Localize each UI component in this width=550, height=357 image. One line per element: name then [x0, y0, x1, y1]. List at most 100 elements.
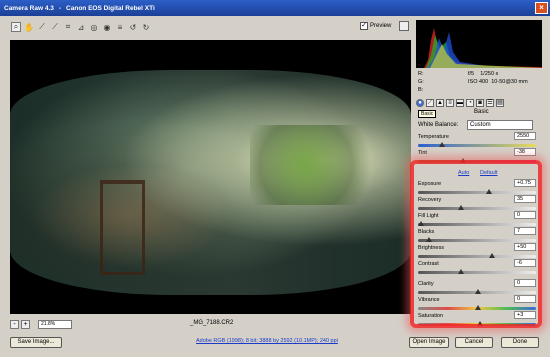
tone-curve-tab-icon[interactable]: ⟋	[426, 98, 434, 107]
blacks-slider[interactable]	[418, 239, 536, 242]
brightness-field[interactable]: +50	[514, 243, 536, 251]
camera-calibration-tab-icon[interactable]: ◙	[476, 98, 484, 107]
rgb-readout: R: G: B:	[418, 70, 424, 94]
temperature-label: Temperature	[418, 134, 449, 140]
tint-control: Tint -38	[418, 148, 536, 170]
cancel-button[interactable]: Cancel	[455, 337, 493, 348]
recovery-slider[interactable]	[418, 207, 536, 210]
rotate-left-icon[interactable]: ↺	[128, 22, 138, 32]
photo-plants	[250, 125, 390, 205]
blacks-field[interactable]: 7	[514, 227, 536, 235]
app-title: Camera Raw 4.3	[4, 4, 54, 12]
zoom-select[interactable]: 21.8%	[38, 319, 72, 329]
zoom-bar: - + 21.8% _MG_7188.CR2	[10, 318, 411, 330]
recovery-label: Recovery	[418, 197, 442, 203]
tint-slider-thumb[interactable]	[460, 158, 467, 163]
temperature-field[interactable]: 2550	[514, 132, 536, 140]
zoom-in-icon[interactable]: +	[21, 319, 30, 329]
open-image-button[interactable]: Open Image	[409, 337, 449, 348]
aperture: f/5	[468, 71, 475, 77]
white-balance-label: White Balance:	[418, 122, 459, 128]
basic-tab-icon[interactable]: ●	[416, 98, 424, 107]
title-separator: -	[58, 4, 62, 12]
vibrance-slider-thumb[interactable]	[475, 305, 481, 310]
presets-tab-icon[interactable]: ☰	[486, 98, 494, 107]
auto-link[interactable]: Auto	[458, 170, 469, 176]
fullscreen-icon[interactable]	[399, 21, 409, 31]
temperature-slider[interactable]	[418, 144, 536, 147]
g-label: G:	[418, 79, 424, 85]
adjustments-panel: R: G: B: f/5 1/250 s ISO 400 10-50@30 mm…	[414, 18, 546, 334]
contrast-slider-thumb[interactable]	[457, 269, 464, 274]
fill-light-slider[interactable]	[418, 223, 536, 226]
tool-strip: ⌕ ✋ ⟋ ⟋ ⌗ ⊿ ◎ ◉ ≡ ↺ ↻	[11, 20, 411, 34]
color-sampler-icon[interactable]: ⟋	[50, 22, 60, 32]
contrast-slider[interactable]	[418, 271, 536, 274]
vibrance-field[interactable]: 0	[514, 295, 536, 303]
fill-light-label: Fill Light	[418, 213, 439, 219]
preview-toggle[interactable]: ✓ Preview	[360, 22, 391, 30]
recovery-field[interactable]: 35	[514, 195, 536, 203]
preferences-icon[interactable]: ≡	[115, 22, 125, 32]
fill-light-field[interactable]: 0	[514, 211, 536, 219]
camera-name: Canon EOS Digital Rebel XTi	[66, 4, 155, 12]
tab-tooltip: Basic	[418, 110, 437, 118]
fill-light-slider-thumb[interactable]	[418, 221, 424, 226]
preview-checkbox[interactable]: ✓	[360, 22, 368, 30]
recovery-slider-thumb[interactable]	[457, 205, 464, 210]
temperature-slider-thumb[interactable]	[438, 142, 445, 147]
save-image-button[interactable]: Save Image...	[10, 337, 62, 348]
contrast-control: Contrast -6	[418, 259, 536, 281]
clarity-slider-thumb[interactable]	[475, 289, 481, 294]
split-toning-tab-icon[interactable]: ▬	[456, 98, 464, 107]
exposure-slider-thumb[interactable]	[486, 189, 493, 194]
vibrance-label: Vibrance	[418, 297, 440, 303]
retouch-tool-icon[interactable]: ◎	[89, 22, 99, 32]
straighten-tool-icon[interactable]: ⊿	[76, 22, 86, 32]
exposure-field[interactable]: +0.75	[514, 179, 536, 187]
brightness-slider[interactable]	[418, 255, 536, 258]
histogram-graph	[416, 28, 542, 68]
zoom-out-icon[interactable]: -	[10, 319, 19, 329]
image-preview[interactable]	[10, 40, 411, 314]
crop-tool-icon[interactable]: ⌗	[63, 22, 73, 32]
blacks-slider-thumb[interactable]	[425, 237, 432, 242]
done-button[interactable]: Done	[501, 337, 539, 348]
contrast-field[interactable]: -6	[514, 259, 536, 267]
white-balance-select[interactable]: Custom	[467, 120, 533, 130]
image-info: R: G: B: f/5 1/250 s ISO 400 10-50@30 mm	[418, 70, 542, 96]
shutter: 1/250 s	[480, 71, 499, 77]
brightness-slider-thumb[interactable]	[488, 253, 495, 258]
blacks-label: Blacks	[418, 229, 435, 235]
lens-tab-icon[interactable]: ◔	[466, 98, 474, 107]
photo-chair	[100, 180, 145, 275]
lens: 10-50@30 mm	[491, 79, 528, 85]
tint-slider[interactable]	[418, 160, 536, 163]
saturation-control: Saturation +3	[418, 311, 536, 333]
white-balance-value: Custom	[470, 122, 491, 128]
filename: _MG_7188.CR2	[190, 320, 234, 326]
rotate-right-icon[interactable]: ↻	[141, 22, 151, 32]
hsl-tab-icon[interactable]: ≡	[446, 98, 454, 107]
panel-tabs: ● ⟋ ▲ ≡ ▬ ◔ ◙ ☰ ▤	[416, 97, 542, 108]
exif-readout: f/5 1/250 s ISO 400 10-50@30 mm	[468, 70, 528, 86]
preview-label: Preview	[370, 23, 392, 29]
hand-tool-icon[interactable]: ✋	[24, 22, 34, 32]
tint-field[interactable]: -38	[514, 148, 536, 156]
red-eye-tool-icon[interactable]: ◉	[102, 22, 112, 32]
workflow-options-link[interactable]: Adobe RGB (1998); 8 bit; 3888 by 2592 (1…	[196, 338, 338, 344]
histogram	[416, 20, 542, 68]
white-balance-tool-icon[interactable]: ⟋	[37, 22, 47, 32]
exposure-slider[interactable]	[418, 191, 536, 194]
panel-menu-icon[interactable]: ▤	[496, 98, 504, 107]
iso: ISO 400	[468, 79, 489, 85]
saturation-field[interactable]: +3	[514, 311, 536, 319]
clarity-field[interactable]: 0	[514, 279, 536, 287]
tint-label: Tint	[418, 150, 427, 156]
zoom-tool-icon[interactable]: ⌕	[11, 22, 21, 32]
default-link[interactable]: Default	[480, 170, 497, 176]
b-label: B:	[418, 87, 424, 93]
close-icon[interactable]: ×	[535, 2, 548, 14]
saturation-slider-thumb[interactable]	[477, 321, 484, 326]
detail-tab-icon[interactable]: ▲	[436, 98, 444, 107]
